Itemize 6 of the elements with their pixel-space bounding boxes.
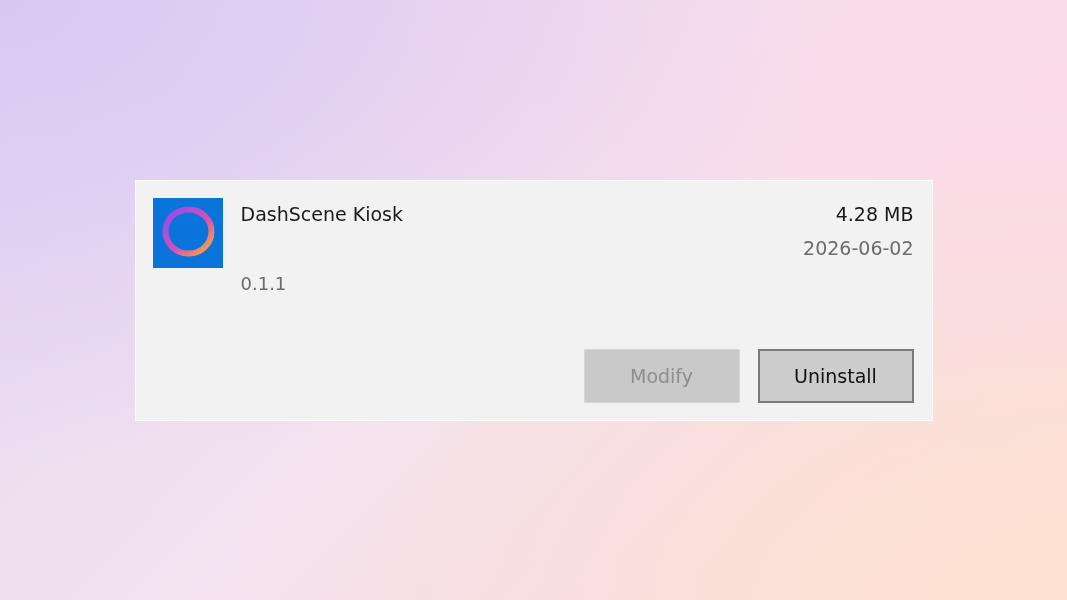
app-version: 0.1.1 bbox=[240, 271, 287, 296]
app-size: 4.28 MB bbox=[835, 201, 914, 227]
app-name: DashScene Kiosk bbox=[240, 201, 403, 227]
uninstall-button[interactable]: Uninstall bbox=[757, 348, 914, 403]
install-date: 2026-06-02 bbox=[803, 235, 914, 261]
ring-app-icon bbox=[152, 197, 223, 268]
